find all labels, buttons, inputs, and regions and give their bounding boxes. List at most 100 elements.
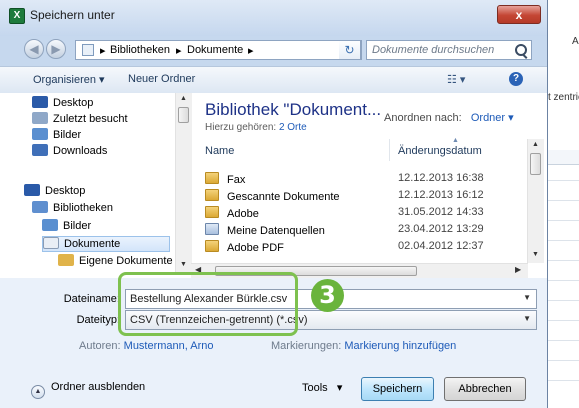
nav-item-libraries[interactable]: Bibliotheken: [32, 201, 113, 217]
address-bar[interactable]: ▸ Bibliotheken ▸ Dokumente ▸ ▼: [75, 40, 362, 60]
close-button[interactable]: x: [497, 5, 541, 24]
refresh-icon[interactable]: ↻: [339, 40, 361, 60]
file-name: Fax: [205, 172, 245, 186]
breadcrumb-separator: ▸: [248, 45, 254, 57]
file-row[interactable]: Fax 12.12.2013 16:38: [205, 171, 525, 187]
file-name-text: Meine Datenquellen: [227, 225, 325, 237]
nav-item-downloads[interactable]: Downloads: [32, 144, 107, 160]
file-name-text: Adobe: [227, 208, 259, 220]
nav-item-label: Zuletzt besucht: [53, 113, 128, 125]
nav-item-desktop[interactable]: Desktop: [32, 96, 93, 112]
bg-grid-line: [548, 200, 579, 201]
bg-grid-line: [548, 300, 579, 301]
step-badge: 3: [311, 279, 344, 312]
breadcrumb-documents[interactable]: Dokumente: [187, 44, 243, 56]
file-row[interactable]: Meine Datenquellen 23.04.2012 13:29: [205, 222, 525, 238]
nav-item-label: Desktop: [53, 97, 94, 109]
command-toolbar: Organisieren ▾ Neuer Ordner ☷ ▾ ?: [0, 66, 547, 94]
scrollbar-thumb[interactable]: [178, 107, 189, 123]
title-bar: X Speichern unter x: [0, 0, 547, 36]
nav-item-documents[interactable]: Dokumente: [42, 236, 170, 252]
file-row[interactable]: Gescannte Dokumente 12.12.2013 16:12: [205, 188, 525, 204]
pictures-icon: [32, 128, 48, 140]
file-name: Adobe PDF: [205, 240, 284, 254]
chevron-down-icon: ▾: [336, 382, 343, 394]
column-header-name[interactable]: Name: [205, 145, 234, 157]
hide-folders-label: Ordner ausblenden: [51, 381, 146, 393]
dialog-title: Speichern unter: [30, 8, 115, 22]
file-name: Meine Datenquellen: [205, 223, 325, 237]
scroll-up-icon[interactable]: ▲: [532, 141, 539, 148]
file-name: Adobe: [205, 206, 259, 220]
nav-item-label: Bilder: [63, 220, 92, 232]
content-area: Desktop Zuletzt besucht Bilder Downloads…: [0, 93, 547, 278]
bg-grid-line: [548, 320, 579, 321]
authors-field: Autoren: Mustermann, Arno: [79, 340, 214, 352]
arrange-by-dropdown[interactable]: Ordner ▾: [471, 112, 514, 124]
nav-item-label: Eigene Dokumente: [79, 255, 173, 267]
cancel-button[interactable]: Abbrechen: [444, 377, 526, 401]
save-as-dialog: X Speichern unter x ◀ ▶ ▸ Bibliotheken ▸…: [0, 0, 548, 408]
library-title: Bibliothek "Dokument...: [205, 100, 382, 119]
search-placeholder: Dokumente durchsuchen: [372, 44, 495, 56]
folder-icon: [58, 254, 74, 266]
tools-label: Tools: [302, 382, 328, 394]
navigation-bar: ◀ ▶ ▸ Bibliotheken ▸ Dokumente ▸ ▼ ↻ Dok…: [0, 36, 547, 64]
file-list-scrollbar[interactable]: ▲ ▼: [527, 139, 544, 263]
search-input[interactable]: Dokumente durchsuchen: [366, 40, 532, 60]
background-spreadsheet: A t zentrie: [548, 0, 579, 408]
nav-item-label: Desktop: [45, 185, 86, 197]
bg-grid-line: [548, 360, 579, 361]
tags-field: Markierungen: Markierung hinzufügen: [271, 340, 456, 352]
desktop-icon: [32, 96, 48, 108]
file-date: 31.05.2012 14:33: [398, 206, 484, 218]
nav-item-my-documents[interactable]: Eigene Dokumente: [58, 254, 173, 270]
chevron-down-icon[interactable]: ▼: [523, 314, 531, 323]
nav-item-library-pictures[interactable]: Bilder: [42, 219, 91, 235]
column-divider[interactable]: [389, 139, 390, 161]
scrollbar-thumb[interactable]: [530, 153, 541, 175]
nav-item-label: Bilder: [53, 129, 82, 141]
forward-button[interactable]: ▶: [46, 39, 66, 59]
folder-icon: [205, 240, 219, 252]
library-subtitle-prefix: Hierzu gehören:: [205, 122, 277, 133]
data-sources-icon: [205, 223, 219, 235]
back-button[interactable]: ◀: [24, 39, 44, 59]
organize-menu[interactable]: Organisieren ▾: [33, 73, 105, 86]
navigation-scrollbar[interactable]: ▲ ▼: [175, 93, 192, 273]
libraries-icon: [82, 44, 94, 56]
library-subtitle: Hierzu gehören: 2 Orte: [205, 122, 307, 133]
chevron-down-icon[interactable]: ▼: [523, 293, 531, 302]
tools-menu[interactable]: Tools ▾: [302, 381, 342, 394]
breadcrumb-libraries[interactable]: Bibliotheken: [110, 44, 170, 56]
new-folder-button[interactable]: Neuer Ordner: [128, 73, 195, 85]
tags-value[interactable]: Markierung hinzufügen: [344, 340, 456, 352]
collapse-arrow-icon: ▲: [31, 385, 45, 399]
bg-column-letter: A: [572, 36, 579, 47]
nav-item-pictures[interactable]: Bilder: [32, 128, 81, 144]
file-name-text: Fax: [227, 174, 246, 186]
file-name-text: Gescannte Dokumente: [227, 191, 340, 203]
nav-item-label: Downloads: [53, 145, 108, 157]
nav-item-recent[interactable]: Zuletzt besucht: [32, 112, 128, 128]
hide-folders-toggle[interactable]: ▲ Ordner ausblenden: [31, 381, 145, 399]
column-header-date[interactable]: Änderungsdatum: [398, 145, 482, 157]
scroll-right-icon[interactable]: ▶: [515, 265, 521, 274]
search-icon[interactable]: [515, 44, 527, 56]
help-icon[interactable]: ?: [509, 72, 523, 86]
view-options-icon[interactable]: ☷ ▾: [447, 73, 465, 86]
documents-icon: [43, 237, 59, 249]
save-button[interactable]: Speichern: [361, 377, 434, 401]
file-row[interactable]: Adobe 31.05.2012 14:33: [205, 205, 525, 221]
file-row[interactable]: Adobe PDF 02.04.2012 12:37: [205, 239, 525, 255]
scroll-down-icon[interactable]: ▼: [180, 261, 187, 268]
scroll-down-icon[interactable]: ▼: [532, 251, 539, 258]
scroll-up-icon[interactable]: ▲: [180, 95, 187, 102]
library-locations-link[interactable]: 2 Orte: [279, 122, 307, 133]
bg-grid-line: [548, 260, 579, 261]
downloads-icon: [32, 144, 48, 156]
nav-item-desktop-root[interactable]: Desktop: [24, 184, 85, 200]
authors-value[interactable]: Mustermann, Arno: [124, 340, 214, 352]
bg-header-row: [548, 150, 579, 165]
navigation-pane: Desktop Zuletzt besucht Bilder Downloads…: [24, 93, 174, 273]
